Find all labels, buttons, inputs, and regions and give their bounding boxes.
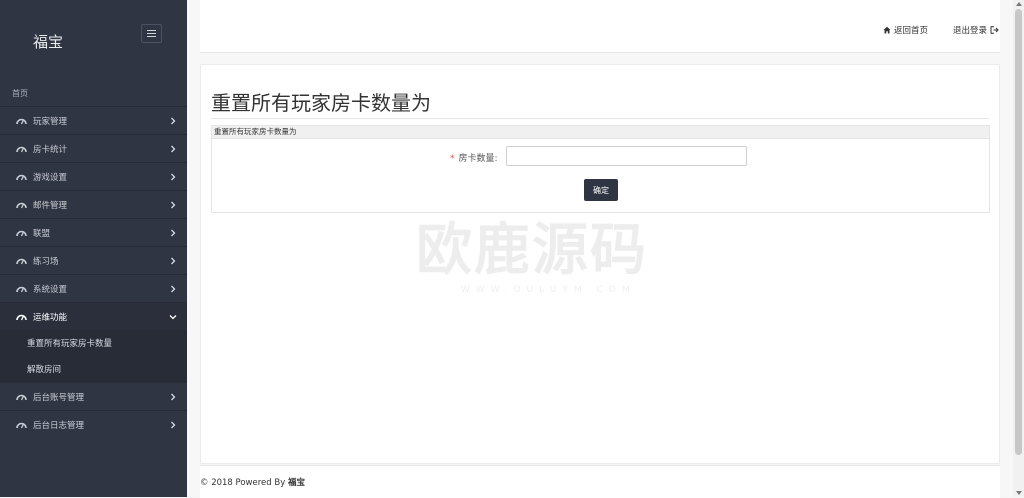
sidebar-toggle-button[interactable] bbox=[141, 24, 162, 43]
main-content: 返回首页 退出登录 重置所有玩家房卡数量为 重置所有玩家房卡数量为 * 房卡数量:… bbox=[187, 0, 1013, 498]
home-icon bbox=[883, 26, 891, 34]
sidebar-item-label: 房卡统计 bbox=[33, 144, 68, 155]
dashboard-icon bbox=[16, 286, 27, 293]
logout-link-label: 退出登录 bbox=[953, 26, 988, 36]
sidebar-item-players[interactable]: 玩家管理 bbox=[0, 106, 187, 134]
sidebar-item-label: 运维功能 bbox=[33, 312, 68, 323]
dashboard-icon bbox=[16, 258, 27, 265]
footer-brand: 福宝 bbox=[287, 478, 305, 488]
chevron-right-icon bbox=[171, 421, 176, 429]
sidebar-item-label: 后台账号管理 bbox=[33, 392, 85, 403]
chevron-right-icon bbox=[171, 201, 176, 209]
sidebar-item-label: 后台日志管理 bbox=[33, 420, 85, 431]
sidebar-item-card-stats[interactable]: 房卡统计 bbox=[0, 134, 187, 162]
dashboard-icon bbox=[16, 146, 27, 153]
confirm-button[interactable]: 确定 bbox=[584, 179, 618, 201]
sidebar-item-ops[interactable]: 运维功能 bbox=[0, 302, 187, 330]
sidebar-item-mail[interactable]: 邮件管理 bbox=[0, 190, 187, 218]
watermark-text: 欧鹿源码 bbox=[416, 218, 648, 283]
content-panel: 重置所有玩家房卡数量为 重置所有玩家房卡数量为 * 房卡数量: 确定 欧鹿源码 W… bbox=[200, 64, 1000, 464]
chevron-right-icon bbox=[171, 257, 176, 265]
chevron-right-icon bbox=[171, 229, 176, 237]
sidebar-item-admin-logs[interactable]: 后台日志管理 bbox=[0, 410, 187, 438]
footer-prefix: © 2018 Powered By bbox=[200, 478, 288, 488]
chevron-right-icon bbox=[171, 117, 176, 125]
sidebar-item-label: 游戏设置 bbox=[33, 172, 68, 183]
scrollbar-thumb[interactable] bbox=[1015, 9, 1022, 455]
sidebar-item-label: 玩家管理 bbox=[33, 116, 68, 127]
dashboard-icon bbox=[16, 202, 27, 209]
chevron-right-icon bbox=[171, 173, 176, 181]
watermark-url: WWW.OULUYM.COM bbox=[461, 285, 636, 295]
sidebar-item-system-settings[interactable]: 系统设置 bbox=[0, 274, 187, 302]
sidebar-item-game-settings[interactable]: 游戏设置 bbox=[0, 162, 187, 190]
sidebar-item-practice[interactable]: 练习场 bbox=[0, 246, 187, 274]
dashboard-icon bbox=[16, 118, 27, 125]
sidebar-item-label: 练习场 bbox=[33, 256, 59, 267]
watermark: 欧鹿源码 WWW.OULUYM.COM bbox=[416, 205, 716, 305]
brand-logo[interactable]: 福宝 bbox=[33, 31, 63, 52]
required-asterisk: * bbox=[450, 154, 455, 164]
page-scrollbar[interactable] bbox=[1013, 0, 1024, 497]
sidebar-item-label: 系统设置 bbox=[33, 284, 68, 295]
title-divider bbox=[211, 118, 989, 119]
sidebar-item-admin-accounts[interactable]: 后台账号管理 bbox=[0, 382, 187, 410]
card-count-input[interactable] bbox=[506, 146, 747, 166]
sidebar-subitem-reset-cards[interactable]: 重置所有玩家房卡数量 bbox=[0, 330, 187, 356]
sidebar-item-label: 联盟 bbox=[33, 228, 51, 239]
chevron-right-icon bbox=[171, 145, 176, 153]
chevron-right-icon bbox=[171, 285, 176, 293]
dashboard-icon bbox=[16, 422, 27, 429]
sidebar-item-label: 邮件管理 bbox=[33, 200, 68, 211]
dashboard-icon bbox=[16, 314, 27, 321]
logout-link[interactable]: 退出登录 bbox=[953, 24, 999, 36]
form-box-title: 重置所有玩家房卡数量为 bbox=[212, 126, 989, 139]
page-title: 重置所有玩家房卡数量为 bbox=[211, 91, 431, 115]
dashboard-icon bbox=[16, 174, 27, 181]
sidebar-subitem-dissolve-room[interactable]: 解散房间 bbox=[0, 356, 187, 382]
menu-icon bbox=[147, 30, 156, 37]
sidebar-item-alliance[interactable]: 联盟 bbox=[0, 218, 187, 246]
chevron-down-icon bbox=[169, 315, 177, 320]
chevron-right-icon bbox=[171, 393, 176, 401]
home-link[interactable]: 返回首页 bbox=[883, 24, 928, 36]
card-count-label: * 房卡数量: bbox=[450, 151, 498, 164]
sidebar: 福宝 首页 玩家管理 房卡统计 游戏设置 邮件管理 联盟 练习场 系统设置 运维… bbox=[0, 0, 187, 497]
scroll-down-arrow-icon[interactable] bbox=[1016, 491, 1022, 495]
card-count-label-text: 房卡数量: bbox=[458, 154, 498, 164]
scroll-up-arrow-icon[interactable] bbox=[1016, 2, 1022, 6]
sign-out-icon bbox=[990, 26, 999, 34]
sidebar-menu: 玩家管理 房卡统计 游戏设置 邮件管理 联盟 练习场 系统设置 运维功能 重置所… bbox=[0, 106, 187, 438]
top-navbar: 返回首页 退出登录 bbox=[200, 0, 1000, 53]
dashboard-icon bbox=[16, 230, 27, 237]
dashboard-icon bbox=[16, 394, 27, 401]
home-link-label: 返回首页 bbox=[894, 26, 929, 36]
sidebar-home-link[interactable]: 首页 bbox=[12, 88, 28, 99]
footer-text: © 2018 Powered By 福宝 bbox=[200, 476, 305, 488]
form-box: 重置所有玩家房卡数量为 * 房卡数量: 确定 bbox=[211, 125, 990, 213]
footer: © 2018 Powered By 福宝 bbox=[200, 465, 1000, 498]
